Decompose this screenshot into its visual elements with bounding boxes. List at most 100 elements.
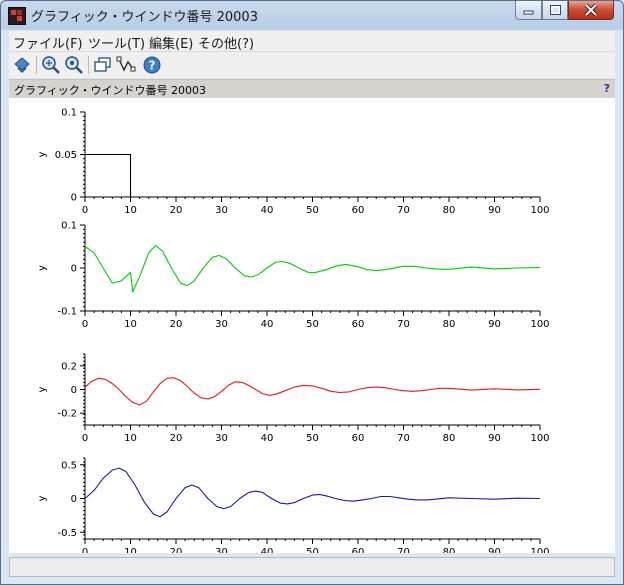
x-tick-label: 50 — [306, 547, 319, 553]
menu-tools[interactable]: ツール(T) — [88, 33, 145, 52]
datatip-icon — [116, 56, 136, 72]
minimize-icon — [523, 10, 534, 15]
x-tick-label: 40 — [261, 433, 274, 444]
y-tick-label: 0.1 — [61, 221, 77, 232]
x-tick-label: 30 — [215, 319, 228, 330]
datatip-button[interactable] — [116, 55, 136, 75]
x-tick-label: 70 — [397, 433, 410, 444]
y-tick-label: 0 — [71, 264, 77, 275]
plot-2-series-line — [84, 245, 541, 293]
x-tick-label: 60 — [352, 547, 365, 553]
minimize-button[interactable] — [515, 1, 542, 20]
x-tick-label: 90 — [488, 547, 501, 553]
x-tick-label: 70 — [397, 319, 410, 330]
title-bar[interactable]: グラフィック・ウインドウ番号 20003 — [1, 1, 623, 29]
maximize-icon — [549, 5, 561, 15]
x-tick-label: 60 — [352, 319, 365, 330]
menu-other[interactable]: その他(?) — [198, 33, 254, 52]
zoom-reset-button[interactable] — [64, 55, 84, 75]
x-tick-label: 90 — [488, 205, 501, 216]
x-tick-label: 0 — [82, 205, 88, 216]
x-tick-label: 60 — [352, 205, 365, 216]
toolbar-separator — [36, 56, 37, 74]
toolbar: ? — [9, 52, 615, 78]
y-axis-label: y — [37, 265, 48, 271]
menu-edit[interactable]: 編集(E) — [149, 33, 193, 52]
x-tick-label: 30 — [215, 205, 228, 216]
info-help-link[interactable]: ? — [604, 82, 610, 95]
y-tick-label: 0 — [71, 385, 77, 396]
y-tick-label: 0.2 — [61, 361, 77, 372]
x-tick-label: 20 — [170, 547, 183, 553]
y-tick-label: -0.1 — [57, 307, 77, 318]
x-tick-label: 100 — [530, 547, 549, 553]
x-tick-label: 0 — [82, 547, 88, 553]
x-tick-label: 10 — [124, 205, 137, 216]
x-tick-label: 80 — [443, 433, 456, 444]
y-tick-label: 0 — [71, 193, 77, 204]
y-tick-label: 0.1 — [61, 108, 77, 119]
x-tick-label: 20 — [170, 319, 183, 330]
info-bar-text: グラフィック・ウインドウ番号 20003 — [14, 84, 207, 97]
graphics-window: グラフィック・ウインドウ番号 20003 ファイル(F) ツール(T) 編集(E… — [0, 0, 624, 585]
x-tick-label: 40 — [261, 205, 274, 216]
zoom-reset-icon — [65, 56, 83, 74]
y-axis-label: y — [37, 151, 48, 157]
app-icon — [8, 7, 26, 25]
rotate-icon — [14, 57, 30, 74]
plot-3-series-line — [84, 377, 541, 406]
close-icon — [584, 4, 598, 16]
rotate-button[interactable] — [12, 55, 32, 75]
maximize-button[interactable] — [542, 1, 568, 20]
x-tick-label: 20 — [170, 433, 183, 444]
plot-canvas[interactable]: 0 0.05 0.1 0 10 20 30 40 50 60 70 80 90 100 y -0.1 0 0.1 0… — [9, 98, 615, 553]
toolbar-separator — [88, 56, 89, 74]
x-tick-label: 50 — [306, 319, 319, 330]
x-tick-label: 100 — [530, 319, 549, 330]
x-tick-label: 50 — [306, 205, 319, 216]
x-tick-label: 80 — [443, 547, 456, 553]
menu-bar: ファイル(F) ツール(T) 編集(E) その他(?) — [9, 31, 615, 52]
x-tick-label: 0 — [82, 433, 88, 444]
y-tick-label: 0.05 — [55, 150, 77, 161]
plots-svg: 00.050.10 10 20 30 40 50 60 70 80 90 100y-0.100.10… — [37, 108, 550, 554]
x-tick-label: 90 — [488, 433, 501, 444]
x-tick-label: 40 — [261, 547, 274, 553]
x-tick-label: 50 — [306, 433, 319, 444]
x-tick-label: 80 — [443, 319, 456, 330]
zoom-button[interactable] — [41, 55, 61, 75]
plot-1-series-line — [85, 153, 132, 197]
close-button[interactable] — [568, 1, 614, 20]
help-button[interactable]: ? — [142, 55, 162, 75]
x-tick-label: 90 — [488, 319, 501, 330]
x-tick-label: 70 — [397, 205, 410, 216]
x-tick-label: 100 — [530, 433, 549, 444]
x-tick-label: 10 — [124, 433, 137, 444]
zoom-icon — [42, 56, 60, 74]
y-tick-label: 0.5 — [61, 460, 77, 471]
x-tick-label: 100 — [530, 205, 549, 216]
x-tick-label: 10 — [124, 547, 137, 553]
help-icon: ? — [143, 56, 161, 74]
x-tick-label: 20 — [170, 205, 183, 216]
menu-file[interactable]: ファイル(F) — [13, 33, 83, 52]
x-tick-label: 30 — [215, 547, 228, 553]
x-tick-label: 10 — [124, 319, 137, 330]
plot-4-series-line — [84, 467, 541, 518]
y-tick-label: -0.2 — [57, 409, 77, 420]
x-tick-label: 0 — [82, 319, 88, 330]
svg-text:?: ? — [149, 59, 156, 73]
duplicate-button[interactable] — [93, 55, 113, 75]
x-tick-label: 40 — [261, 319, 274, 330]
info-bar: グラフィック・ウインドウ番号 20003 ? — [9, 79, 615, 99]
y-tick-label: -0.5 — [57, 528, 77, 539]
x-tick-label: 60 — [352, 433, 365, 444]
y-tick-label: 0 — [71, 494, 77, 505]
duplicate-icon — [94, 57, 111, 72]
y-axis-label: y — [37, 495, 48, 501]
window-title: グラフィック・ウインドウ番号 20003 — [31, 10, 258, 25]
x-tick-label: 30 — [215, 433, 228, 444]
x-tick-label: 80 — [443, 205, 456, 216]
y-axis-label: y — [37, 386, 48, 392]
status-bar — [9, 557, 615, 577]
